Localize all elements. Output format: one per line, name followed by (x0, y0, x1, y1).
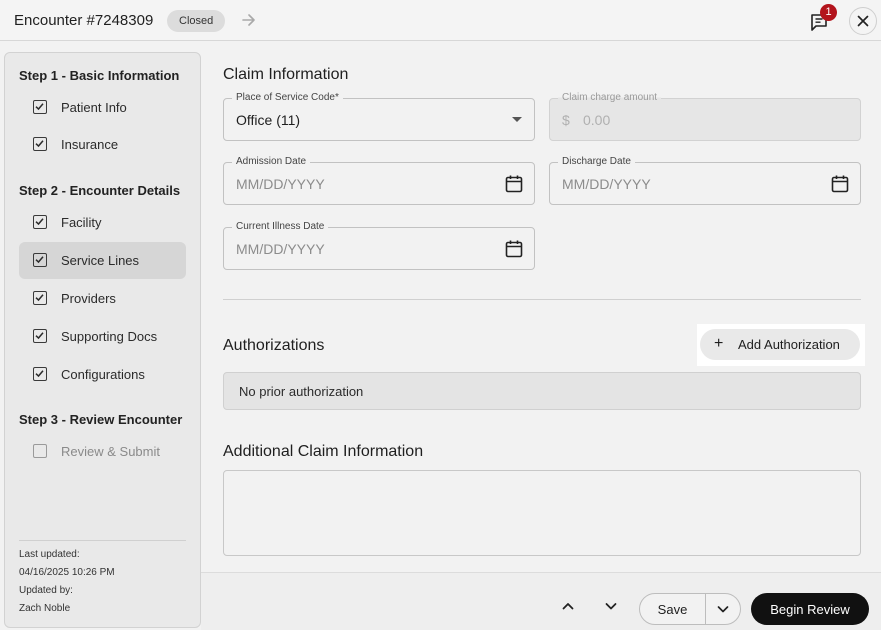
checkbox-checked-icon (33, 137, 47, 151)
add-authorization-button[interactable]: + Add Authorization (700, 329, 860, 360)
last-updated-label: Last updated: (19, 549, 80, 560)
checkbox-checked-icon (33, 253, 47, 267)
section-divider (223, 299, 861, 300)
claim-charge-amount-field: Claim charge amount $ 0.00 (549, 92, 861, 141)
calendar-icon[interactable] (830, 174, 850, 194)
place-of-service-value: Office (11) (236, 112, 301, 128)
calendar-icon[interactable] (504, 174, 524, 194)
claim-information-title: Claim Information (223, 66, 349, 83)
checkbox-checked-icon (33, 367, 47, 381)
step-sidebar: Step 1 - Basic Information Patient Info … (4, 52, 201, 628)
claim-charge-amount-label: Claim charge amount (558, 92, 662, 103)
admission-date-label: Admission Date (232, 156, 311, 167)
checkbox-checked-icon (33, 329, 47, 343)
sidebar-item-label: Facility (61, 215, 102, 230)
step-2-heading: Step 2 - Encounter Details (19, 183, 181, 198)
header-bar: Encounter #7248309 Closed 1 (0, 0, 881, 41)
discharge-date-label: Discharge Date (558, 156, 635, 167)
add-authorization-highlight: + Add Authorization (697, 324, 865, 366)
place-of-service-select[interactable]: Place of Service Code* Office (11) (223, 92, 535, 141)
step-3-heading: Step 3 - Review Encounter (19, 412, 183, 427)
chevron-down-icon[interactable] (603, 598, 619, 614)
sidebar-item-providers[interactable]: Providers (19, 280, 186, 317)
no-authorization-text: No prior authorization (239, 384, 364, 399)
sidebar-item-label: Review & Submit (61, 444, 160, 459)
discharge-date-placeholder: MM/DD/YYYY (562, 176, 651, 192)
sidebar-item-facility[interactable]: Facility (19, 204, 186, 241)
checkbox-empty-icon (33, 444, 47, 458)
additional-claim-info-textarea[interactable] (223, 470, 861, 556)
save-options-chevron-icon[interactable] (706, 594, 740, 624)
save-button[interactable]: Save (640, 594, 705, 624)
sidebar-item-service-lines[interactable]: Service Lines (19, 242, 186, 279)
authorizations-title: Authorizations (223, 337, 325, 354)
updated-by-label: Updated by: (19, 585, 73, 596)
close-button[interactable] (849, 7, 877, 35)
updated-by-value: Zach Noble (19, 603, 71, 614)
checkbox-checked-icon (33, 100, 47, 114)
sidebar-item-label: Supporting Docs (61, 329, 158, 344)
plus-icon: + (714, 335, 724, 352)
discharge-date-field[interactable]: Discharge Date MM/DD/YYYY (549, 156, 861, 205)
claim-charge-amount-value: 0.00 (583, 112, 611, 128)
arrow-right-icon[interactable] (240, 11, 258, 29)
current-illness-date-label: Current Illness Date (232, 221, 329, 232)
chevron-up-icon[interactable] (560, 598, 576, 614)
close-icon (857, 15, 869, 27)
begin-review-button[interactable]: Begin Review (751, 593, 869, 625)
last-updated-value: 04/16/2025 10:26 PM (19, 567, 115, 578)
additional-claim-info-title: Additional Claim Information (223, 443, 424, 460)
chevron-down-icon (512, 117, 522, 122)
checkbox-checked-icon (33, 215, 47, 229)
sidebar-item-label: Providers (61, 291, 116, 306)
add-authorization-label: Add Authorization (738, 337, 840, 352)
footer-bar: Save Begin Review (201, 572, 881, 630)
encounter-title: Encounter #7248309 (14, 12, 154, 29)
sidebar-divider (19, 540, 186, 541)
step-1-heading: Step 1 - Basic Information (19, 68, 180, 83)
admission-date-field[interactable]: Admission Date MM/DD/YYYY (223, 156, 535, 205)
sidebar-item-patient-info[interactable]: Patient Info (19, 89, 186, 126)
current-illness-date-field[interactable]: Current Illness Date MM/DD/YYYY (223, 221, 535, 270)
sidebar-item-label: Insurance (61, 137, 119, 152)
place-of-service-label: Place of Service Code* (232, 92, 343, 103)
sidebar-item-label: Configurations (61, 367, 145, 382)
checkbox-checked-icon (33, 291, 47, 305)
sidebar-item-review-submit[interactable]: Review & Submit (19, 433, 186, 470)
sidebar-item-supporting-docs[interactable]: Supporting Docs (19, 318, 186, 355)
status-badge: Closed (167, 10, 226, 32)
currency-symbol: $ (562, 112, 570, 128)
notification-badge: 1 (820, 4, 837, 21)
save-split-button: Save (639, 593, 741, 625)
sidebar-item-label: Service Lines (61, 253, 140, 268)
admission-date-placeholder: MM/DD/YYYY (236, 176, 325, 192)
encounter-page: Encounter #7248309 Closed 1 Step 1 - Bas… (0, 0, 881, 630)
sidebar-item-configurations[interactable]: Configurations (19, 356, 186, 393)
sidebar-item-insurance[interactable]: Insurance (19, 126, 186, 163)
authorizations-empty-state: No prior authorization (223, 372, 861, 410)
current-illness-date-placeholder: MM/DD/YYYY (236, 241, 325, 257)
sidebar-item-label: Patient Info (61, 100, 127, 115)
calendar-icon[interactable] (504, 239, 524, 259)
